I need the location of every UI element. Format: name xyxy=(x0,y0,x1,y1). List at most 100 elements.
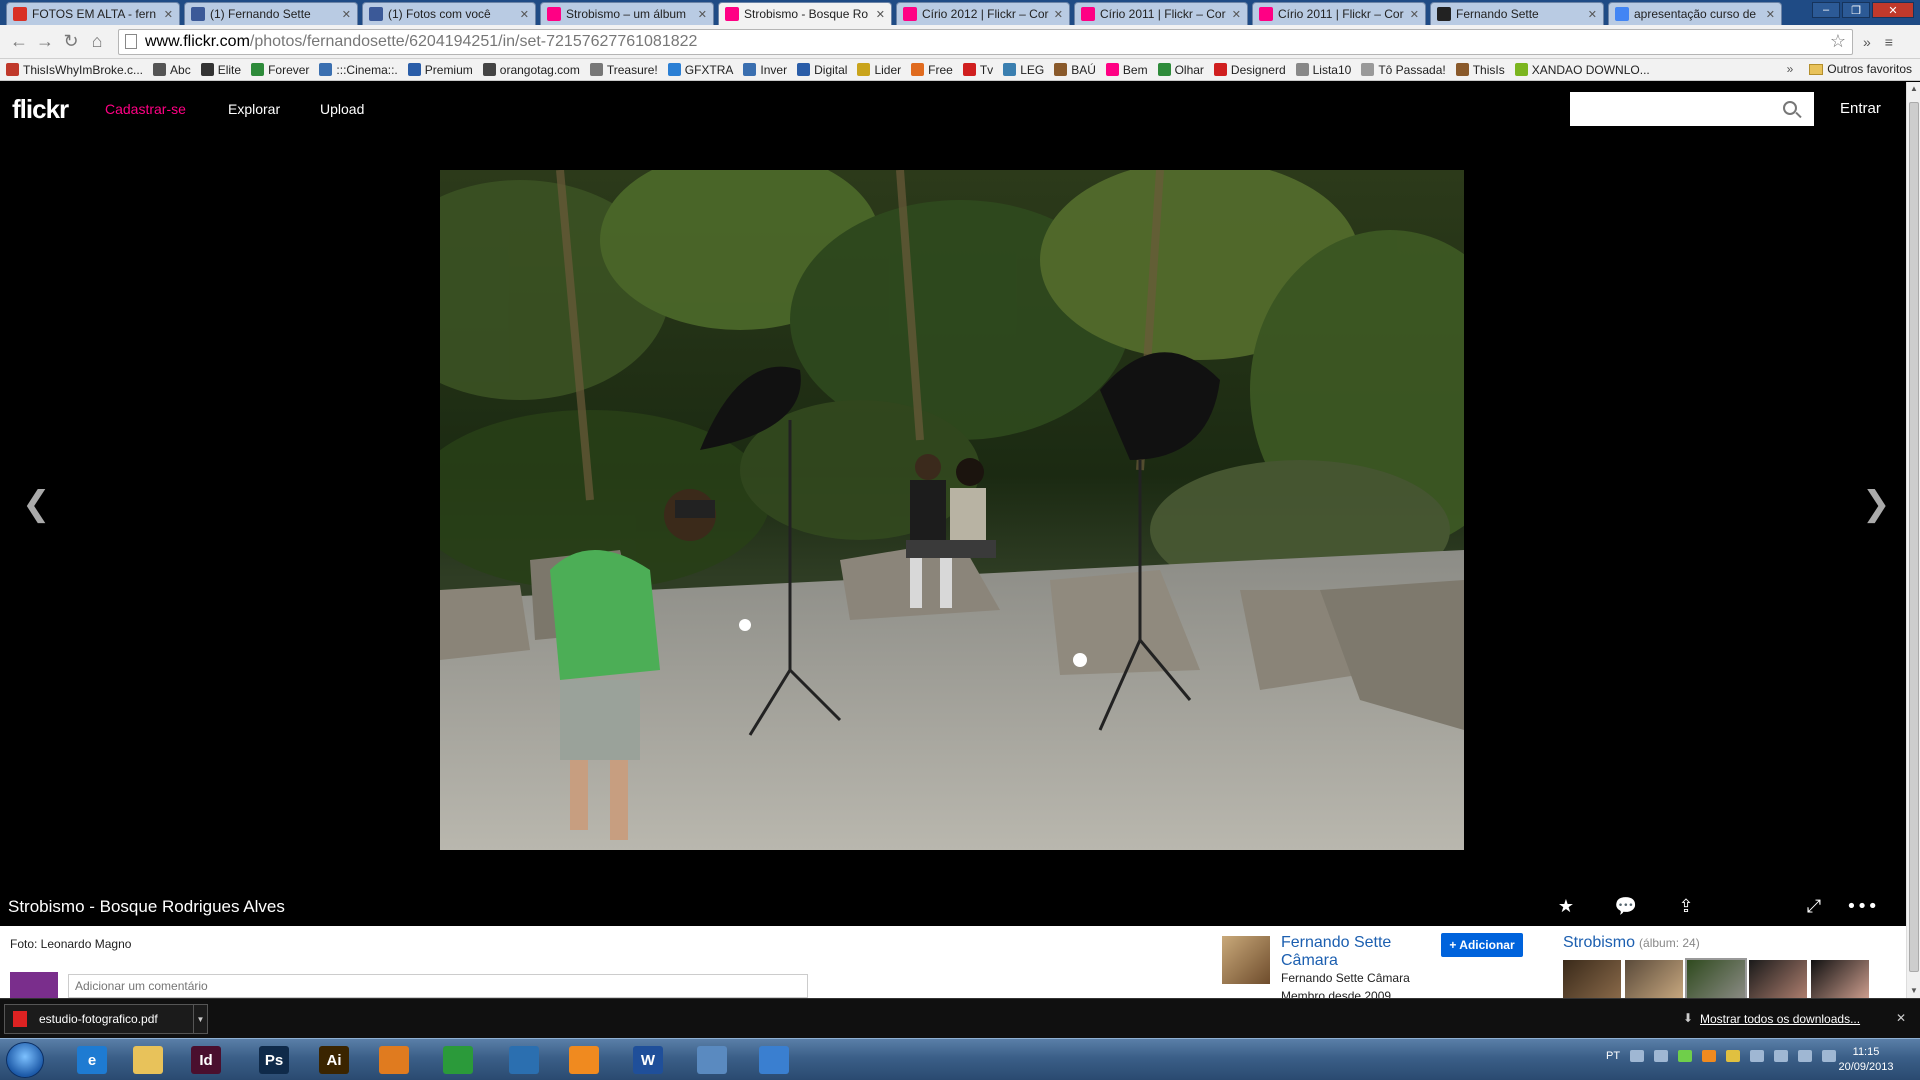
chrome-menu-icon[interactable]: ≡ xyxy=(1885,34,1893,50)
monitor-icon[interactable] xyxy=(1750,1050,1765,1062)
bookmark-item[interactable]: orangotag.com xyxy=(482,63,580,77)
tab-close-icon[interactable]: ✕ xyxy=(1410,8,1419,21)
tab-close-icon[interactable]: ✕ xyxy=(698,8,707,21)
browser-tab[interactable]: Strobismo – um álbum ✕ xyxy=(540,2,714,25)
start-button[interactable] xyxy=(6,1042,44,1078)
bookmark-item[interactable]: Abc xyxy=(153,63,191,77)
browser-tab[interactable]: apresentação curso de ✕ xyxy=(1608,2,1782,25)
bookmark-item[interactable]: Elite xyxy=(200,63,241,77)
bookmark-item[interactable]: Lista10 xyxy=(1295,63,1351,77)
bookmark-item[interactable]: Lider xyxy=(857,63,901,77)
close-icon[interactable]: ✕ xyxy=(1896,1011,1906,1025)
forward-icon[interactable]: → xyxy=(32,29,58,55)
flag-icon[interactable] xyxy=(1774,1050,1789,1062)
browser-tab[interactable]: Círio 2011 | Flickr – Cor ✕ xyxy=(1252,2,1426,25)
taskbar-app[interactable] xyxy=(746,1042,802,1078)
bookmark-item[interactable]: Olhar xyxy=(1157,63,1204,77)
network-tray-icon[interactable] xyxy=(1654,1050,1669,1062)
album-thumbnail[interactable] xyxy=(1749,960,1807,998)
minimize-button[interactable]: – xyxy=(1812,2,1840,18)
owner-name-link[interactable]: Fernando Sette Câmara xyxy=(1281,934,1431,970)
signin-link[interactable]: Entrar xyxy=(1840,100,1881,117)
bookmark-item[interactable]: Free xyxy=(911,63,953,77)
tab-close-icon[interactable]: ✕ xyxy=(1766,8,1775,21)
upload-link[interactable]: Upload xyxy=(320,101,364,117)
bookmark-item[interactable]: Treasure! xyxy=(589,63,658,77)
scroll-down-icon[interactable]: ▼ xyxy=(1907,984,1920,998)
browser-tab[interactable]: Strobismo - Bosque Ro ✕ xyxy=(718,2,892,25)
taskbar-app[interactable]: W xyxy=(620,1042,676,1078)
app-tray-icon[interactable] xyxy=(1702,1050,1717,1062)
window-close-button[interactable]: ✕ xyxy=(1872,2,1914,18)
tab-close-icon[interactable]: ✕ xyxy=(1054,8,1063,21)
flickr-logo[interactable]: flickr xyxy=(12,94,69,125)
bookmark-item[interactable]: Tv xyxy=(962,63,993,77)
search-input[interactable] xyxy=(1570,92,1814,126)
tab-close-icon[interactable]: ✕ xyxy=(520,8,529,21)
scroll-up-icon[interactable]: ▲ xyxy=(1907,82,1920,96)
bookmark-item[interactable]: Forever xyxy=(251,63,309,77)
album-title-link[interactable]: Strobismo xyxy=(1563,934,1635,951)
tab-close-icon[interactable]: ✕ xyxy=(876,8,885,21)
language-indicator[interactable]: PT xyxy=(1606,1050,1620,1062)
owner-avatar[interactable] xyxy=(1222,936,1270,984)
show-all-downloads-link[interactable]: Mostrar todos os downloads... xyxy=(1700,1012,1860,1026)
album-thumbnail[interactable] xyxy=(1563,960,1621,998)
reload-icon[interactable]: ↻ xyxy=(58,29,84,55)
bookmark-item[interactable]: :::Cinema::. xyxy=(319,63,398,77)
next-photo-icon[interactable]: ❯ xyxy=(1862,484,1891,524)
album-thumbnail[interactable] xyxy=(1625,960,1683,998)
taskbar-app[interactable]: Id xyxy=(178,1042,234,1078)
comment-input[interactable] xyxy=(68,974,808,998)
tab-close-icon[interactable]: ✕ xyxy=(342,8,351,21)
album-thumbnail[interactable] xyxy=(1685,958,1747,998)
bookmark-item[interactable]: ThisIsWhyImBroke.c... xyxy=(6,63,143,77)
taskbar-app[interactable] xyxy=(556,1042,612,1078)
taskbar-app[interactable]: Ps xyxy=(246,1042,302,1078)
tab-close-icon[interactable]: ✕ xyxy=(1588,8,1597,21)
browser-tab[interactable]: FOTOS EM ALTA - fern ✕ xyxy=(6,2,180,25)
bookmarks-overflow-icon[interactable]: » xyxy=(1787,62,1794,76)
bookmark-item[interactable]: Premium xyxy=(407,63,473,77)
bookmark-star-icon[interactable]: ☆ xyxy=(1830,31,1846,52)
restore-button[interactable]: ❐ xyxy=(1842,2,1870,18)
share-icon[interactable]: ⇪ xyxy=(1676,896,1696,917)
signup-link[interactable]: Cadastrar-se xyxy=(105,101,186,117)
bookmark-item[interactable]: Designerd xyxy=(1213,63,1286,77)
more-icon[interactable]: ••• xyxy=(1846,896,1878,917)
scrollbar-thumb[interactable] xyxy=(1909,102,1919,972)
album-title[interactable]: Strobismo (álbum: 24) xyxy=(1563,934,1700,952)
app-tray-icon[interactable] xyxy=(1726,1050,1741,1062)
comment-icon[interactable]: 💬 xyxy=(1615,896,1637,917)
bookmark-item[interactable]: BAÚ xyxy=(1054,63,1096,77)
taskbar-app[interactable] xyxy=(684,1042,740,1078)
bookmark-item[interactable]: XANDAO DOWNLO... xyxy=(1514,63,1650,77)
bookmark-item[interactable]: GFXTRA xyxy=(667,63,733,77)
keyboard-icon[interactable] xyxy=(1630,1050,1645,1062)
extensions-overflow-icon[interactable]: » xyxy=(1863,34,1871,50)
taskbar-app[interactable] xyxy=(496,1042,552,1078)
bookmark-item[interactable]: Inver xyxy=(743,63,787,77)
display-icon[interactable] xyxy=(1798,1050,1813,1062)
download-item[interactable]: estudio-fotografico.pdf ▼ xyxy=(4,1004,208,1034)
browser-tab[interactable]: (1) Fernando Sette ✕ xyxy=(184,2,358,25)
chevron-down-icon[interactable]: ▼ xyxy=(193,1005,207,1033)
tab-close-icon[interactable]: ✕ xyxy=(164,8,173,21)
browser-tab[interactable]: Círio 2012 | Flickr – Cor ✕ xyxy=(896,2,1070,25)
main-photo[interactable] xyxy=(440,170,1464,850)
bookmark-item[interactable]: Digital xyxy=(797,63,847,77)
explore-link[interactable]: Explorar xyxy=(228,101,280,117)
bookmark-item[interactable]: ThisIs xyxy=(1455,63,1505,77)
back-icon[interactable]: ← xyxy=(6,29,32,55)
other-bookmarks[interactable]: » Outros favoritos xyxy=(1787,62,1912,76)
favorite-star-icon[interactable]: ★ xyxy=(1556,896,1576,917)
home-icon[interactable]: ⌂ xyxy=(84,29,110,55)
search-icon[interactable] xyxy=(1783,101,1797,115)
taskbar-app[interactable]: e xyxy=(64,1042,120,1078)
bookmark-item[interactable]: Tô Passada! xyxy=(1361,63,1446,77)
taskbar-app[interactable] xyxy=(430,1042,486,1078)
page-scrollbar[interactable]: ▲ ▼ xyxy=(1906,82,1920,998)
bookmark-item[interactable]: LEG xyxy=(1003,63,1044,77)
browser-tab[interactable]: (1) Fotos com você ✕ xyxy=(362,2,536,25)
battery-icon[interactable] xyxy=(1678,1050,1693,1062)
